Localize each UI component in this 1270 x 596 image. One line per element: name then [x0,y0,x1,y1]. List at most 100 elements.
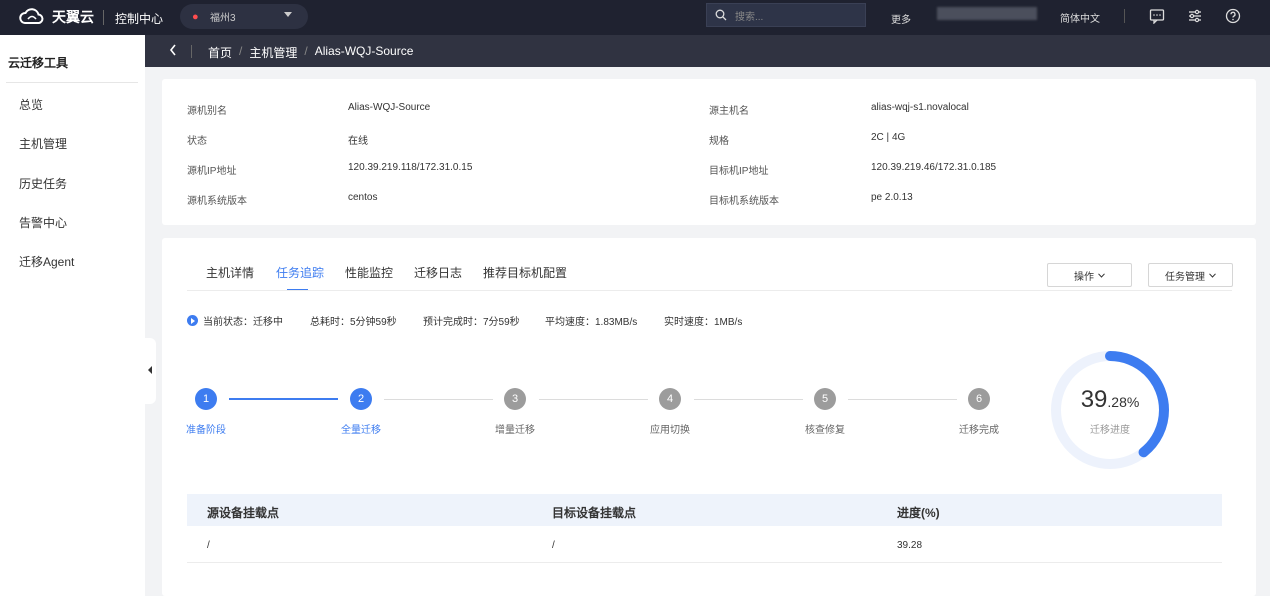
back-arrow-icon[interactable] [169,44,177,56]
info-label: 目标机系统版本 [709,196,779,207]
step-connector [694,399,803,400]
column-header-target-mount: 目标设备挂载点 [552,506,637,520]
step-connector [384,399,493,400]
info-label: 目标机IP地址 [709,166,769,177]
tab-task-tracking[interactable]: 任务追踪 [276,264,324,281]
breadcrumb-divider [191,45,192,58]
account-name-redacted[interactable] [937,7,1037,20]
step-3-label: 增量迁移 [495,425,535,436]
step-6-circle: 6 [968,388,990,410]
table-row: / / 39.28 [187,526,1222,563]
sidebar-divider [6,82,138,83]
info-value: 120.39.219.46/172.31.0.185 [871,162,997,173]
info-value: 2C | 4G [871,132,906,143]
step-connector [848,399,957,400]
tab-migration-log[interactable]: 迁移日志 [414,264,462,281]
average-speed: 平均速度：1.83MB/s [545,317,638,328]
task-tracking-card: 主机详情 任务追踪 性能监控 迁移日志 推荐目标机配置 操作 任务管理 当前状态… [162,238,1256,596]
sidebar-item-alert-center[interactable]: 告警中心 [19,214,67,231]
estimated-completion: 预计完成时：7分59秒 [423,317,520,328]
breadcrumb-current: Alias-WQJ-Source [314,44,414,58]
column-header-source-mount: 源设备挂载点 [207,506,280,520]
tab-performance-monitor[interactable]: 性能监控 [345,264,393,281]
info-value: 120.39.219.118/172.31.0.15 [348,162,473,173]
info-value: Alias-WQJ-Source [348,102,431,113]
search-placeholder: 搜索... [735,11,764,23]
breadcrumb-separator: / [239,44,243,58]
realtime-speed: 实时速度：1MB/s [664,317,743,328]
cell-target-mount: / [552,540,555,551]
operate-dropdown-button[interactable]: 操作 [1047,263,1132,287]
info-value: centos [348,192,378,203]
tab-recommended-target-config[interactable]: 推荐目标机配置 [483,264,567,281]
sidebar-item-host-management[interactable]: 主机管理 [19,135,67,152]
step-4-label: 应用切换 [650,425,690,436]
host-info-card: 源机别名 Alias-WQJ-Source 状态 在线 源机IP地址 120.3… [162,79,1256,225]
console-link[interactable]: 控制中心 [115,10,163,27]
task-manage-dropdown-button[interactable]: 任务管理 [1148,263,1233,287]
step-5-label: 核查修复 [805,425,845,436]
progress-label: 迁移进度 [1090,425,1130,436]
step-6-label: 迁移完成 [959,425,999,436]
sidebar-item-migration-agent[interactable]: 迁移Agent [19,253,74,270]
cell-progress: 39.28 [897,540,923,551]
step-4-circle: 4 [659,388,681,410]
current-status: 当前状态：迁移中 [187,313,283,328]
step-connector-done [229,398,338,400]
region-name: 福州3 [210,13,236,24]
sidebar: 云迁移工具 总览 主机管理 历史任务 告警中心 迁移Agent [0,35,145,596]
info-label: 源主机名 [709,106,749,117]
brand-name: 天翼云 [52,9,94,25]
help-icon[interactable] [1225,8,1241,24]
step-1-circle: 1 [195,388,217,410]
tab-host-details[interactable]: 主机详情 [206,264,254,281]
more-menu[interactable]: 更多 [891,11,911,26]
sidebar-title: 云迁移工具 [8,56,69,70]
step-connector [539,399,648,400]
sidebar-item-history-tasks[interactable]: 历史任务 [19,175,67,192]
step-1-label: 准备阶段 [186,425,226,436]
progress-decimal: .28% [1107,394,1140,410]
top-nav-bar: 天翼云 控制中心 ● 福州3 搜索... 更多 简体中文 [0,0,1270,35]
info-label: 规格 [709,136,729,147]
info-label: 源机别名 [187,106,227,117]
cloud-logo-icon [19,8,44,24]
chevron-left-icon [148,366,152,374]
info-label: 源机系统版本 [187,196,247,207]
task-manage-label: 任务管理 [1165,271,1205,283]
global-search-input[interactable]: 搜索... [706,3,866,27]
current-status-text: 当前状态：迁移中 [203,317,283,328]
info-label: 状态 [187,136,207,147]
breadcrumb: 首页 / 主机管理 / Alias-WQJ-Source [208,44,413,61]
message-icon[interactable] [1149,8,1165,24]
progress-int: 39 [1080,386,1108,413]
caret-down-icon [284,12,292,17]
operate-label: 操作 [1074,271,1094,283]
breadcrumb-host-management[interactable]: 主机管理 [249,44,297,61]
search-icon [715,9,727,21]
chevron-down-icon [1209,272,1216,278]
chevron-down-icon [1098,272,1105,278]
sidebar-item-overview[interactable]: 总览 [19,96,43,113]
location-pin-icon: ● [192,10,199,23]
step-5-circle: 5 [814,388,836,410]
breadcrumb-home[interactable]: 首页 [208,44,232,61]
brand-logo[interactable]: 天翼云 [18,7,94,27]
settings-sliders-icon[interactable] [1187,8,1203,24]
mount-table-header: 源设备挂载点 目标设备挂载点 进度(%) [187,494,1222,526]
progress-percent: 39.28% [1048,386,1172,414]
language-switch[interactable]: 简体中文 [1060,10,1100,25]
info-value: 在线 [348,136,368,147]
column-header-progress: 进度(%) [897,506,940,520]
info-value: pe 2.0.13 [871,192,913,203]
region-selector[interactable]: ● 福州3 [180,4,308,29]
topbar-divider [103,10,104,25]
info-value: alias-wqj-s1.novalocal [871,102,969,113]
elapsed-time: 总耗时：5分钟59秒 [310,317,397,328]
info-label: 源机IP地址 [187,166,237,177]
step-3-circle: 3 [504,388,526,410]
breadcrumb-bar: 首页 / 主机管理 / Alias-WQJ-Source [145,35,1270,67]
cell-source-mount: / [207,540,210,551]
sidebar-collapse-toggle[interactable] [145,338,156,404]
step-2-label: 全量迁移 [341,425,381,436]
